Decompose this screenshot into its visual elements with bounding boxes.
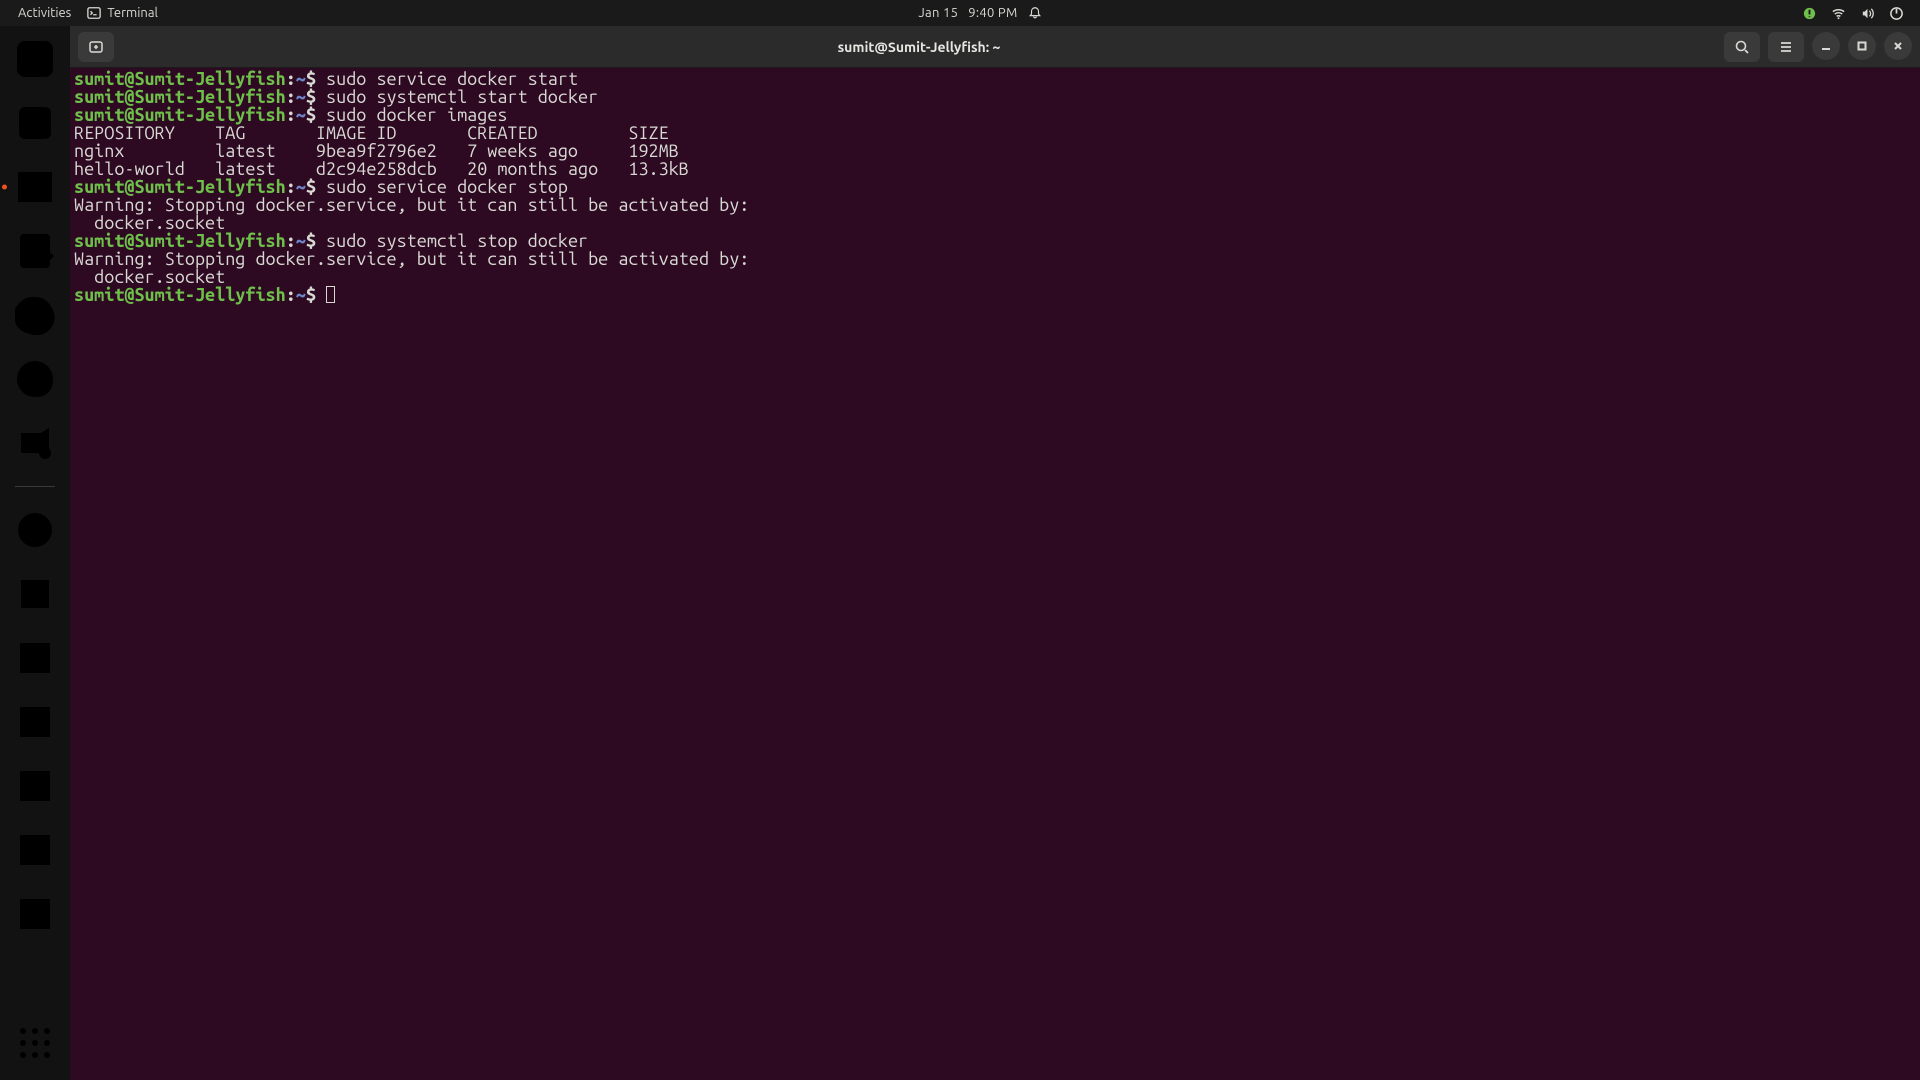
- terminal-output-line: nginx latest 9bea9f2796e2 7 weeks ago 19…: [74, 142, 1916, 160]
- system-status-area[interactable]: [1802, 6, 1914, 21]
- terminal-line: sumit@Sumit-Jellyfish:~$ sudo systemctl …: [74, 88, 1916, 106]
- terminal-output-line: REPOSITORY TAG IMAGE ID CREATED SIZE: [74, 124, 1916, 142]
- dock-item-disk[interactable]: [12, 635, 58, 681]
- power-icon: [1889, 6, 1904, 21]
- close-icon: [1892, 40, 1904, 52]
- tab-new-icon: [88, 39, 104, 55]
- video-icon: [15, 423, 55, 463]
- cd-icon: [15, 510, 55, 550]
- disk-icon: [15, 638, 55, 678]
- maximize-icon: [1856, 40, 1868, 52]
- dock-separator: [15, 486, 55, 487]
- rhythmbox-icon: [15, 39, 55, 79]
- dock-item-firefox[interactable]: [12, 356, 58, 402]
- terminal-icon: [87, 6, 101, 20]
- dock-item-disk[interactable]: [12, 699, 58, 745]
- window-title: sumit@Sumit-Jellyfish: ~: [122, 39, 1716, 55]
- terminal-line: sumit@Sumit-Jellyfish:~$: [74, 286, 1916, 304]
- disk-icon: [15, 830, 55, 870]
- dock-item-terminal[interactable]: [12, 164, 58, 210]
- files-icon: [15, 103, 55, 143]
- dock-item-disk[interactable]: [12, 827, 58, 873]
- titlebar: sumit@Sumit-Jellyfish: ~: [70, 26, 1920, 68]
- terminal-viewport[interactable]: sumit@Sumit-Jellyfish:~$ sudo service do…: [70, 68, 1920, 1080]
- topbar-date[interactable]: Jan 15: [918, 6, 958, 20]
- minimize-button[interactable]: [1812, 32, 1840, 60]
- cursor: [326, 286, 335, 303]
- grid-icon: [15, 1023, 55, 1063]
- volume-icon: [1860, 6, 1875, 21]
- terminal-line: sumit@Sumit-Jellyfish:~$ sudo systemctl …: [74, 232, 1916, 250]
- terminal-output-line: Warning: Stopping docker.service, but it…: [74, 250, 1916, 268]
- disk-icon: [15, 702, 55, 742]
- update-indicator-icon: [1802, 6, 1817, 21]
- dock-item-files[interactable]: [12, 100, 58, 146]
- terminal-line: sumit@Sumit-Jellyfish:~$ sudo service do…: [74, 70, 1916, 88]
- dock-item-text-editor[interactable]: [12, 228, 58, 274]
- terminal-line: sumit@Sumit-Jellyfish:~$ sudo docker ima…: [74, 106, 1916, 124]
- terminal-output-line: docker.socket: [74, 214, 1916, 232]
- terminal-output-line: Warning: Stopping docker.service, but it…: [74, 196, 1916, 214]
- dock: [0, 26, 70, 1080]
- usb-icon: [15, 574, 55, 614]
- disk-icon: [15, 894, 55, 934]
- command-text: sudo service docker stop: [326, 177, 568, 197]
- topbar-app-menu[interactable]: Terminal: [87, 6, 158, 20]
- terminal-window: sumit@Sumit-Jellyfish: ~ sumit@Sumit-Jel…: [70, 26, 1920, 1080]
- gnome-topbar: Activities Terminal Jan 15 9:40 PM: [0, 0, 1920, 26]
- terminal-line: sumit@Sumit-Jellyfish:~$ sudo service do…: [74, 178, 1916, 196]
- disk-icon: [15, 766, 55, 806]
- maximize-button[interactable]: [1848, 32, 1876, 60]
- hamburger-icon: [1778, 39, 1794, 55]
- terminal-icon: [15, 167, 55, 207]
- search-button[interactable]: [1724, 32, 1760, 62]
- command-text: sudo service docker start: [326, 69, 578, 89]
- close-button[interactable]: [1884, 32, 1912, 60]
- network-icon: [1831, 6, 1846, 21]
- command-text: sudo systemctl stop docker: [326, 231, 588, 251]
- minimize-icon: [1820, 40, 1832, 52]
- text-editor-icon: [15, 231, 55, 271]
- activities-button[interactable]: Activities: [18, 6, 71, 20]
- show-applications-button[interactable]: [12, 1020, 58, 1066]
- dock-item-cd[interactable]: [12, 507, 58, 553]
- dock-item-usb[interactable]: [12, 571, 58, 617]
- new-tab-button[interactable]: [78, 32, 114, 62]
- notifications-icon[interactable]: [1028, 6, 1042, 20]
- menu-button[interactable]: [1768, 32, 1804, 62]
- dock-item-video[interactable]: [12, 420, 58, 466]
- command-text: sudo systemctl start docker: [326, 87, 598, 107]
- terminal-output-line: docker.socket: [74, 268, 1916, 286]
- topbar-app-name: Terminal: [107, 6, 158, 20]
- dock-item-chrome[interactable]: [12, 292, 58, 338]
- command-text: sudo docker images: [326, 105, 507, 125]
- dock-item-rhythmbox[interactable]: [12, 36, 58, 82]
- dock-item-disk[interactable]: [12, 891, 58, 937]
- firefox-icon: [15, 359, 55, 399]
- chrome-icon: [15, 295, 55, 335]
- topbar-time[interactable]: 9:40 PM: [968, 6, 1017, 20]
- dock-item-disk[interactable]: [12, 763, 58, 809]
- terminal-output-line: hello-world latest d2c94e258dcb 20 month…: [74, 160, 1916, 178]
- search-icon: [1734, 39, 1750, 55]
